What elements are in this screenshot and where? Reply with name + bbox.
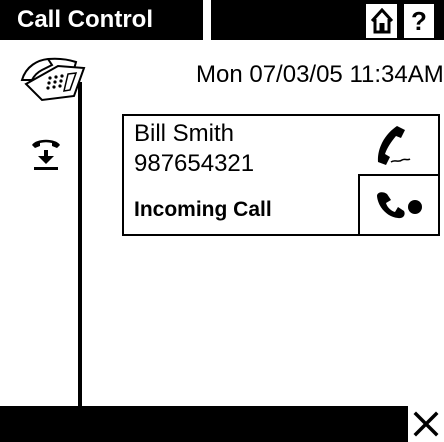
close-icon — [413, 411, 439, 437]
incoming-call-card: Bill Smith 987654321 Incoming Call — [122, 114, 440, 236]
home-icon — [370, 8, 393, 34]
call-forward-icon — [377, 192, 422, 219]
title-bar: Call Control ? — [0, 0, 444, 40]
desk-phone-icon[interactable] — [18, 56, 90, 102]
line-rail — [78, 82, 82, 410]
help-button[interactable]: ? — [404, 4, 434, 38]
datetime-display: Mon 07/03/05 11:34AM — [196, 61, 444, 88]
call-status: Incoming Call — [134, 198, 272, 221]
answer-call-icon[interactable] — [28, 134, 64, 172]
home-button[interactable] — [366, 4, 397, 38]
close-button[interactable] — [408, 406, 444, 442]
bottom-bar — [0, 406, 444, 442]
caller-name: Bill Smith — [134, 120, 235, 147]
page-title: Call Control — [17, 6, 153, 33]
forward-call-button[interactable] — [358, 174, 440, 236]
handset-icon — [377, 126, 411, 165]
title-divider — [203, 0, 211, 40]
caller-number: 987654321 — [134, 150, 255, 177]
